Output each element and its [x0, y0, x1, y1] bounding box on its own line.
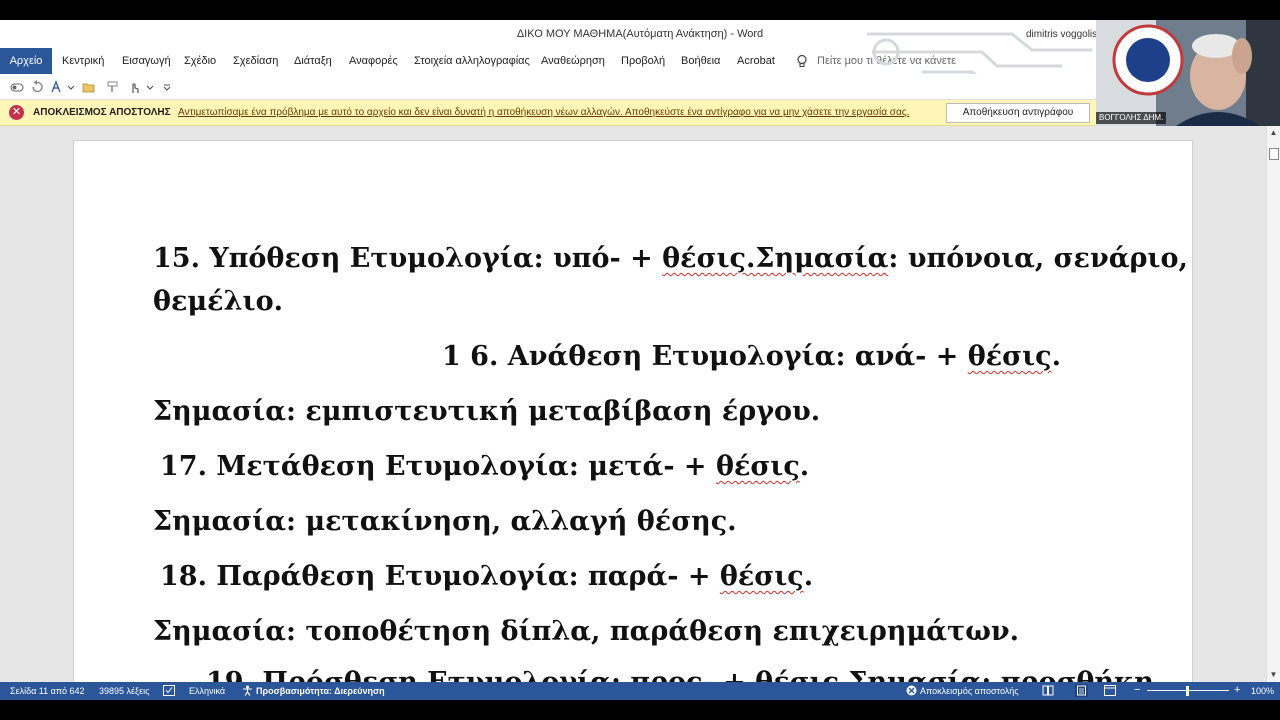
tab-acrobat[interactable]: Acrobat — [737, 55, 775, 67]
doc-text: . — [1051, 341, 1061, 372]
doc-text: Σημασία: μετακίνηση, αλλαγή θέσης. — [153, 506, 737, 537]
error-icon: ✕ — [9, 105, 24, 120]
doc-text: 18. Παράθεση Ετυμολογία: παρά- + — [160, 561, 720, 592]
zoom-in-button[interactable]: + — [1234, 684, 1240, 696]
web-layout-icon[interactable] — [1104, 685, 1116, 696]
undo-icon[interactable] — [30, 80, 44, 94]
doc-text: . — [799, 451, 810, 482]
tab-help[interactable]: Βοήθεια — [681, 55, 720, 67]
proofing-icon[interactable] — [163, 685, 175, 696]
tab-design[interactable]: Σχεδίαση — [233, 55, 278, 67]
doc-text: θεμέλιο. — [153, 286, 284, 317]
doc-line[interactable]: Σημασία: μετακίνηση, αλλαγή θέσης. — [153, 506, 737, 537]
misspelled-word: θέσις.Σημασία — [662, 243, 889, 274]
doc-line[interactable]: 18. Παράθεση Ετυμολογία: παρά- + θέσις. — [160, 561, 813, 592]
word-count[interactable]: 39895 λέξεις — [99, 686, 149, 696]
zoom-out-button[interactable]: − — [1134, 684, 1140, 696]
document-page[interactable]: 15. Υπόθεση Ετυμολογία: υπό- + θέσις.Σημ… — [73, 140, 1193, 682]
text-effects-icon[interactable] — [50, 80, 64, 94]
quick-access-toolbar — [0, 74, 1280, 100]
upload-blocked-status[interactable]: Αποκλεισμός αποστολής — [920, 686, 1019, 696]
scroll-thumb[interactable] — [1269, 148, 1279, 160]
participant-name-label: ΒΟΓΓΟΛΗΣ ΔΗΜ. — [1096, 112, 1167, 124]
word-window: ΔΙΚΟ ΜΟΥ ΜΑΘΗΜΑ(Αυτόματη Ανάκτηση) - Wor… — [0, 0, 1280, 720]
tab-references[interactable]: Αναφορές — [349, 55, 398, 67]
doc-text: 1 6. Ανάθεση Ετυμολογία: ανά- + — [442, 341, 968, 372]
open-folder-icon[interactable] — [82, 80, 96, 94]
doc-text: 17. Μετάθεση Ετυμολογία: μετά- + — [160, 451, 716, 482]
language[interactable]: Ελληνικά — [189, 686, 225, 696]
tab-view[interactable]: Προβολή — [621, 55, 665, 67]
warning-message-link[interactable]: Αντιμετωπίσαμε ένα πρόβλημα με αυτό το α… — [178, 107, 909, 118]
doc-text: 19. Πρόσθεση Ετυμολογία: προς- + θέσις.Σ… — [206, 667, 1154, 682]
person-video-image — [1096, 20, 1280, 126]
tab-mailings[interactable]: Στοιχεία αλληλογραφίας — [414, 55, 530, 67]
tab-home[interactable]: Κεντρική — [62, 55, 104, 67]
scroll-up-icon[interactable]: ▲ — [1267, 128, 1280, 138]
doc-text: Σημασία: εμπιστευτική μεταβίβαση έργου. — [153, 396, 821, 427]
doc-text: : υπόνοια, σενάριο, — [888, 243, 1188, 274]
accessibility-status[interactable]: Προσβασιμότητα: Διερεύνηση — [256, 686, 385, 696]
autosave-icon[interactable] — [10, 80, 24, 94]
document-canvas: 15. Υπόθεση Ετυμολογία: υπό- + θέσις.Σημ… — [0, 126, 1266, 682]
misspelled-word: θέσις — [715, 451, 800, 482]
zoom-slider-thumb[interactable] — [1186, 686, 1189, 696]
misspelled-word: θέσις — [719, 561, 804, 592]
touch-mode-icon[interactable] — [128, 80, 142, 94]
doc-line[interactable]: Σημασία: εμπιστευτική μεταβίβαση έργου. — [153, 396, 820, 427]
tab-file[interactable]: Αρχείο — [0, 48, 52, 74]
doc-text: . — [803, 561, 814, 592]
lightbulb-icon[interactable] — [795, 54, 809, 68]
read-mode-icon[interactable] — [1042, 685, 1054, 696]
upload-blocked-warning: ✕ ΑΠΟΚΛΕΙΣΜΟΣ ΑΠΟΣΤΟΛΗΣ Αντιμετωπίσαμε έ… — [0, 100, 1096, 126]
tab-layout[interactable]: Διάταξη — [294, 55, 332, 67]
screen-border — [0, 700, 1280, 720]
tab-insert[interactable]: Εισαγωγή — [122, 55, 171, 67]
webcam-video — [1096, 20, 1280, 126]
page-count[interactable]: Σελίδα 11 από 642 — [10, 686, 85, 696]
status-bar: Σελίδα 11 από 642 39895 λέξεις Ελληνικά … — [0, 682, 1280, 700]
misspelled-word: θέσις — [967, 341, 1052, 372]
format-painter-icon[interactable] — [106, 80, 120, 94]
tab-draw[interactable]: Σχέδιο — [184, 55, 216, 67]
scroll-down-icon[interactable]: ▼ — [1267, 670, 1280, 680]
dropdown-icon[interactable] — [143, 80, 157, 94]
doc-text: 15. Υπόθεση Ετυμολογία: υπό- + — [153, 243, 663, 274]
doc-line[interactable]: Σημασία: τοποθέτηση δίπλα, παράθεση επιχ… — [153, 616, 1019, 647]
doc-line[interactable]: 19. Πρόσθεση Ετυμολογία: προς- + θέσις.Σ… — [206, 667, 1154, 682]
accessibility-icon[interactable] — [242, 685, 253, 696]
dropdown-icon[interactable] — [64, 80, 78, 94]
doc-line[interactable]: 1 6. Ανάθεση Ετυμολογία: ανά- + θέσις. — [442, 341, 1061, 372]
print-layout-icon[interactable] — [1075, 684, 1088, 697]
doc-line[interactable]: 15. Υπόθεση Ετυμολογία: υπό- + θέσις.Σημ… — [153, 243, 1188, 274]
customize-qat-icon[interactable] — [160, 80, 174, 94]
doc-line[interactable]: 17. Μετάθεση Ετυμολογία: μετά- + θέσις. — [160, 451, 809, 482]
zoom-level[interactable]: 100% — [1251, 686, 1274, 696]
doc-line[interactable]: θεμέλιο. — [153, 286, 283, 317]
save-copy-button[interactable]: Αποθήκευση αντιγράφου — [946, 103, 1090, 123]
blocked-upload-icon[interactable] — [906, 685, 917, 696]
tab-review[interactable]: Αναθεώρηση — [541, 55, 605, 67]
doc-text: Σημασία: τοποθέτηση δίπλα, παράθεση επιχ… — [153, 616, 1020, 647]
vertical-scrollbar[interactable]: ▲ ▼ — [1266, 126, 1280, 682]
warning-title: ΑΠΟΚΛΕΙΣΜΟΣ ΑΠΟΣΤΟΛΗΣ — [33, 107, 171, 118]
